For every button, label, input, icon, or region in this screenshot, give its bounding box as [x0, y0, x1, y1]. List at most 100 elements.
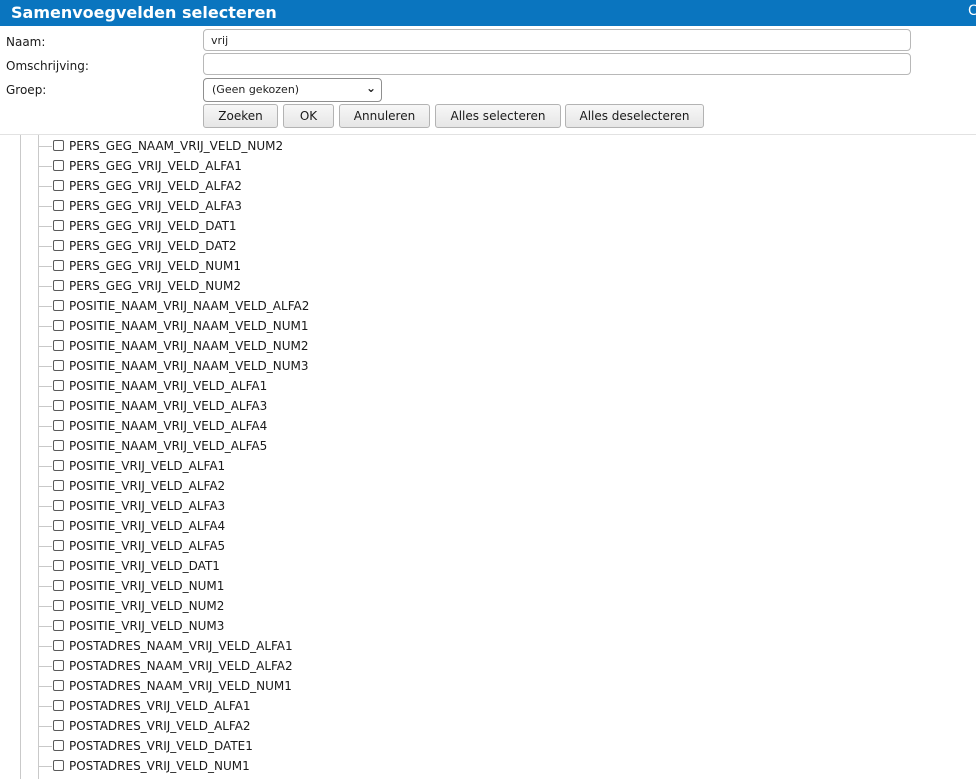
tree-branch-line: [39, 746, 52, 747]
field-checkbox[interactable]: [53, 320, 64, 331]
field-label: POSTADRES_VRIJ_VELD_ALFA2: [69, 719, 251, 733]
naam-input[interactable]: [203, 29, 911, 51]
field-label: POSTADRES_VRIJ_VELD_NUM1: [69, 759, 250, 773]
field-checkbox[interactable]: [53, 280, 64, 291]
field-label: POSTADRES_NAAM_VRIJ_VELD_ALFA1: [69, 639, 293, 653]
tree-branch-line: [39, 246, 52, 247]
tree-branch-line: [39, 666, 52, 667]
tree-branch-line: [39, 466, 52, 467]
dialog-title: Samenvoegvelden selecteren: [11, 3, 277, 22]
field-checkbox[interactable]: [53, 240, 64, 251]
field-checkbox[interactable]: [53, 480, 64, 491]
groep-select[interactable]: (Geen gekozen) ⌄: [203, 78, 382, 102]
ok-button[interactable]: OK: [283, 104, 334, 128]
tree-branch-line: [39, 326, 52, 327]
tree-branch-line: [39, 606, 52, 607]
tree-branch-line: [39, 146, 52, 147]
tree-branch-line: [39, 406, 52, 407]
field-checkbox[interactable]: [53, 440, 64, 451]
omschrijving-label: Omschrijving:: [6, 59, 89, 73]
field-checkbox[interactable]: [53, 560, 64, 571]
field-label: POSITIE_NAAM_VRIJ_VELD_ALFA4: [69, 419, 268, 433]
annuleren-button[interactable]: Annuleren: [339, 104, 430, 128]
field-checkbox[interactable]: [53, 540, 64, 551]
field-checkbox[interactable]: [53, 260, 64, 271]
tree-branch-line: [39, 166, 52, 167]
field-label: PERS_GEG_VRIJ_VELD_DAT2: [69, 239, 237, 253]
field-label: PERS_GEG_NAAM_VRIJ_VELD_NUM2: [69, 139, 284, 153]
field-checkbox[interactable]: [53, 620, 64, 631]
field-label: PERS_GEG_VRIJ_VELD_NUM1: [69, 259, 242, 273]
close-icon[interactable]: C: [968, 3, 976, 19]
tree-branch-line: [39, 186, 52, 187]
field-label: POSITIE_NAAM_VRIJ_NAAM_VELD_ALFA2: [69, 299, 310, 313]
tree-branch-line: [39, 226, 52, 227]
tree-branch-line: [39, 266, 52, 267]
tree-branch-line: [39, 526, 52, 527]
tree-branch-line: [39, 626, 52, 627]
field-checkbox[interactable]: [53, 300, 64, 311]
field-label: POSITIE_NAAM_VRIJ_VELD_ALFA3: [69, 399, 268, 413]
naam-label: Naam:: [6, 35, 46, 49]
field-checkbox[interactable]: [53, 500, 64, 511]
field-label: POSITIE_VRIJ_VELD_DAT1: [69, 559, 220, 573]
tree-branch-line: [39, 446, 52, 447]
field-checkbox[interactable]: [53, 660, 64, 671]
field-checkbox[interactable]: [53, 180, 64, 191]
alles-selecteren-button[interactable]: Alles selecteren: [435, 104, 561, 128]
field-label: POSTADRES_NAAM_VRIJ_VELD_NUM1: [69, 679, 292, 693]
omschrijving-input[interactable]: [203, 53, 911, 75]
field-checkbox[interactable]: [53, 720, 64, 731]
tree-branch-line: [39, 506, 52, 507]
tree-branch-line: [39, 586, 52, 587]
tree-branch-line: [39, 386, 52, 387]
field-checkbox[interactable]: [53, 200, 64, 211]
chevron-down-icon: ⌄: [365, 81, 376, 95]
field-checkbox[interactable]: [53, 580, 64, 591]
field-checkbox[interactable]: [53, 140, 64, 151]
field-label: POSITIE_VRIJ_VELD_NUM2: [69, 599, 225, 613]
tree-branch-line: [39, 346, 52, 347]
tree-branch-line: [39, 286, 52, 287]
tree-branch-line: [39, 726, 52, 727]
field-checkbox[interactable]: [53, 420, 64, 431]
field-checkbox[interactable]: [53, 360, 64, 371]
tree-guide-line: [20, 135, 21, 779]
field-label: POSITIE_NAAM_VRIJ_VELD_ALFA5: [69, 439, 268, 453]
tree-branch-line: [39, 426, 52, 427]
field-label: PERS_GEG_VRIJ_VELD_ALFA3: [69, 199, 242, 213]
field-checkbox[interactable]: [53, 520, 64, 531]
field-label: POSITIE_VRIJ_VELD_ALFA1: [69, 459, 226, 473]
field-checkbox[interactable]: [53, 340, 64, 351]
field-checkbox[interactable]: [53, 740, 64, 751]
field-checkbox[interactable]: [53, 460, 64, 471]
field-checkbox[interactable]: [53, 760, 64, 771]
tree-branch-line: [39, 646, 52, 647]
tree-branch-line: [39, 306, 52, 307]
tree-branch-line: [39, 566, 52, 567]
field-label: POSITIE_VRIJ_VELD_ALFA5: [69, 539, 226, 553]
field-label: POSITIE_NAAM_VRIJ_VELD_ALFA1: [69, 379, 268, 393]
groep-selected-value: (Geen gekozen): [212, 83, 300, 96]
field-label: POSTADRES_VRIJ_VELD_ALFA1: [69, 699, 251, 713]
field-checkbox[interactable]: [53, 400, 64, 411]
tree-branch-line: [39, 546, 52, 547]
field-checkbox[interactable]: [53, 380, 64, 391]
field-label: POSITIE_VRIJ_VELD_NUM1: [69, 579, 225, 593]
field-checkbox[interactable]: [53, 160, 64, 171]
field-checkbox[interactable]: [53, 220, 64, 231]
field-label: POSITIE_NAAM_VRIJ_NAAM_VELD_NUM1: [69, 319, 309, 333]
groep-label: Groep:: [6, 83, 47, 97]
tree-branch-line: [39, 206, 52, 207]
field-checkbox[interactable]: [53, 680, 64, 691]
tree-branch-line: [39, 766, 52, 767]
field-label: POSITIE_NAAM_VRIJ_NAAM_VELD_NUM3: [69, 359, 309, 373]
field-checkbox[interactable]: [53, 640, 64, 651]
field-label: POSTADRES_VRIJ_VELD_DATE1: [69, 739, 253, 753]
field-label: POSITIE_VRIJ_VELD_ALFA3: [69, 499, 226, 513]
field-checkbox[interactable]: [53, 600, 64, 611]
alles-deselecteren-button[interactable]: Alles deselecteren: [565, 104, 704, 128]
field-checkbox[interactable]: [53, 700, 64, 711]
zoeken-button[interactable]: Zoeken: [203, 104, 278, 128]
field-label: PERS_GEG_VRIJ_VELD_ALFA1: [69, 159, 242, 173]
